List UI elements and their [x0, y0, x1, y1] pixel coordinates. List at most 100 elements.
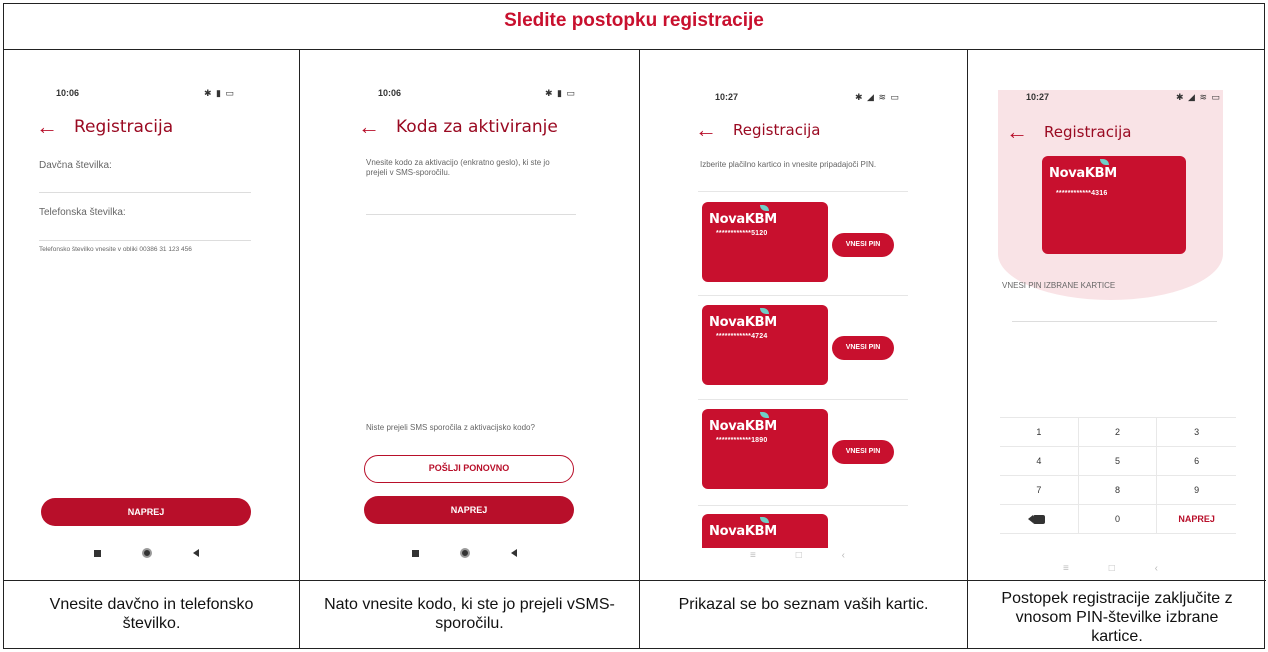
step-2-column: 10:06 ✱ ▮ ▭ ← Koda za aktiviranje Vnesit…	[300, 50, 640, 648]
home-icon[interactable]: □	[796, 550, 802, 561]
key-6[interactable]: 6	[1157, 447, 1236, 476]
brand-leaf-icon	[760, 308, 769, 314]
brand-leaf-icon	[1100, 159, 1109, 165]
card-number: ************5120	[716, 230, 768, 237]
card-brand: NovaKBM	[709, 419, 777, 434]
activation-code-field[interactable]	[366, 214, 576, 215]
resend-button[interactable]: POŠLJI PONOVNO	[364, 455, 574, 483]
screen-title: Registracija	[733, 121, 821, 139]
key-3[interactable]: 3	[1157, 418, 1236, 447]
back-arrow-icon[interactable]: ←	[358, 116, 380, 138]
nav-back-icon[interactable]	[193, 549, 199, 557]
status-icons: ✱ ▮ ▭	[204, 88, 235, 98]
recents-icon[interactable]	[412, 549, 419, 557]
status-icons: ✱ ▮ ▭	[545, 88, 576, 98]
next-button[interactable]: NAPREJ	[364, 496, 574, 524]
card-brand: NovaKBM	[1049, 166, 1117, 181]
status-time: 10:27	[1026, 92, 1050, 102]
card-brand: NovaKBM	[709, 524, 777, 539]
step-2-screenshot: 10:06 ✱ ▮ ▭ ← Koda za aktiviranje Vnesit…	[300, 50, 639, 580]
screen-title: Registracija	[74, 117, 174, 137]
card-item[interactable]: NovaKBM ************1890	[702, 409, 828, 489]
android-nav-bar	[94, 548, 199, 558]
menu-icon[interactable]: ≡	[750, 550, 756, 561]
pin-field[interactable]	[1012, 321, 1217, 322]
nav-back-icon[interactable]	[511, 549, 517, 557]
app-bar: ← Registracija	[36, 116, 174, 138]
home-icon[interactable]	[142, 548, 152, 558]
separator	[698, 295, 908, 296]
recents-icon[interactable]	[94, 549, 101, 557]
key-5[interactable]: 5	[1078, 447, 1158, 476]
menu-icon[interactable]: ≡	[1063, 563, 1069, 574]
key-9[interactable]: 9	[1157, 476, 1236, 505]
pin-prompt: VNESI PIN IZBRANE KARTICE	[1002, 281, 1116, 290]
step-1-caption: Vnesite davčno in telefonsko številko.	[4, 580, 299, 648]
step-4-column: 10:27 ✱ ◢ ≋ ▭ ← Registracija NovaKBM ***…	[968, 50, 1266, 648]
back-arrow-icon[interactable]: ←	[695, 119, 717, 141]
nav-back-icon[interactable]: ‹	[842, 550, 845, 561]
back-arrow-icon[interactable]: ←	[1006, 121, 1028, 143]
card-brand: NovaKBM	[709, 315, 777, 330]
step-2-caption: Nato vnesite kodo, ki ste jo prejeli vSM…	[300, 580, 639, 648]
selected-card: NovaKBM ************4316	[1042, 156, 1186, 254]
app-bar: ← Registracija	[1006, 121, 1132, 143]
backspace-key[interactable]	[1000, 505, 1079, 534]
status-icons: ✱ ◢ ≋ ▭	[855, 92, 901, 102]
page-title: Sledite postopku registracije	[504, 10, 764, 31]
enter-pin-button[interactable]: VNESI PIN	[832, 336, 894, 360]
separator	[698, 191, 908, 192]
pin-keypad: 1 2 3 4 5 6 7 8 9 0 NAPREJ	[1000, 417, 1236, 534]
key-0[interactable]: 0	[1078, 505, 1158, 534]
step-3-column: 10:27 ✱ ◢ ≋ ▭ ← Registracija Izberite pl…	[640, 50, 968, 648]
phone-number-field[interactable]	[39, 240, 251, 241]
brand-leaf-icon	[760, 205, 769, 211]
key-7[interactable]: 7	[1000, 476, 1079, 505]
instruction-table: Sledite postopku registracije 10:06 ✱ ▮ …	[3, 3, 1266, 649]
card-item[interactable]: NovaKBM ************5120	[702, 202, 828, 282]
step-4-caption: Postopek registracije zaključite z vnoso…	[968, 580, 1266, 648]
key-4[interactable]: 4	[1000, 447, 1079, 476]
step-4-screenshot: 10:27 ✱ ◢ ≋ ▭ ← Registracija NovaKBM ***…	[968, 50, 1266, 580]
brand-leaf-icon	[760, 412, 769, 418]
android-nav-bar: ≡ □ ‹	[750, 550, 845, 561]
brand-leaf-icon	[760, 517, 769, 523]
tax-number-field[interactable]	[39, 192, 251, 193]
step-3-caption: Prikazal se bo seznam vaših kartic.	[640, 580, 967, 648]
status-time: 10:06	[56, 88, 80, 98]
card-number: ************4724	[716, 333, 768, 340]
next-button[interactable]: NAPREJ	[41, 498, 251, 526]
card-instruction: Izberite plačilno kartico in vnesite pri…	[700, 160, 877, 169]
backspace-icon	[1027, 514, 1045, 524]
card-number: ************4316	[1056, 190, 1108, 197]
card-number: ************1890	[716, 437, 768, 444]
enter-pin-button[interactable]: VNESI PIN	[832, 440, 894, 464]
home-icon[interactable]: □	[1109, 563, 1115, 574]
android-nav-bar: ≡ □ ‹	[1063, 563, 1158, 574]
activation-instruction: Vnesite kodo za aktivacijo (enkratno ges…	[366, 158, 550, 177]
phone-format-hint: Telefonsko številko vnesite v obliki 003…	[39, 246, 192, 253]
step-3-screenshot: 10:27 ✱ ◢ ≋ ▭ ← Registracija Izberite pl…	[640, 50, 967, 580]
key-2[interactable]: 2	[1078, 418, 1158, 447]
card-item[interactable]: NovaKBM ************4724	[702, 305, 828, 385]
key-1[interactable]: 1	[1000, 418, 1079, 447]
status-time: 10:27	[715, 92, 739, 102]
android-nav-bar	[412, 548, 517, 558]
screen-title: Koda za aktiviranje	[396, 117, 558, 137]
title-row: Sledite postopku registracije	[4, 4, 1264, 50]
nav-back-icon[interactable]: ‹	[1155, 563, 1158, 574]
phone-number-label: Telefonska številka:	[39, 207, 126, 218]
app-bar: ← Koda za aktiviranje	[358, 116, 558, 138]
app-bar: ← Registracija	[695, 119, 821, 141]
step-1-screenshot: 10:06 ✱ ▮ ▭ ← Registracija Davčna števil…	[4, 50, 299, 580]
card-item[interactable]: NovaKBM	[702, 514, 828, 548]
enter-pin-button[interactable]: VNESI PIN	[832, 233, 894, 257]
status-time: 10:06	[378, 88, 402, 98]
key-8[interactable]: 8	[1078, 476, 1158, 505]
not-received-text: Niste prejeli SMS sporočila z aktivacijs…	[366, 423, 535, 432]
next-key[interactable]: NAPREJ	[1157, 505, 1236, 534]
screen-title: Registracija	[1044, 123, 1132, 141]
home-icon[interactable]	[460, 548, 470, 558]
back-arrow-icon[interactable]: ←	[36, 116, 58, 138]
separator	[698, 399, 908, 400]
